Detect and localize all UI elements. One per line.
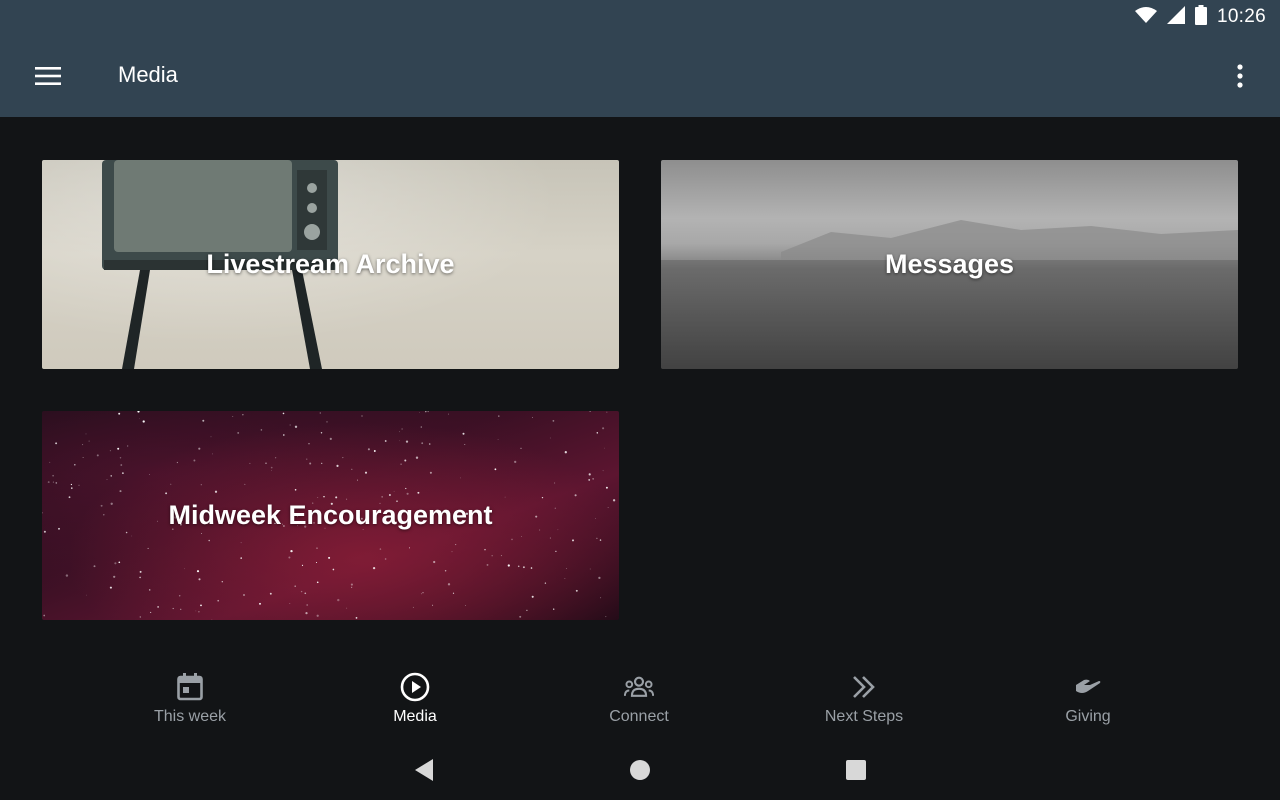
nav-item-next-steps[interactable]: Next Steps xyxy=(784,672,944,738)
card-livestream-archive[interactable]: Livestream Archive xyxy=(42,160,619,369)
home-icon xyxy=(630,760,650,780)
bottom-navigation: This week Media Connect Next Steps Givin… xyxy=(0,660,1280,740)
nav-label-giving: Giving xyxy=(1065,708,1111,725)
page-title: Media xyxy=(118,62,178,87)
nav-item-media[interactable]: Media xyxy=(335,672,495,738)
calendar-icon xyxy=(175,672,205,702)
wifi-icon xyxy=(1134,6,1157,29)
nav-label-media: Media xyxy=(393,708,437,725)
recents-button[interactable] xyxy=(842,756,870,784)
card-messages[interactable]: Messages xyxy=(661,160,1238,369)
status-bar: 10:26 xyxy=(1134,4,1266,30)
recents-icon xyxy=(846,760,866,780)
nav-label-this-week: This week xyxy=(153,708,227,725)
app-bar: 10:26 Media xyxy=(0,0,1280,117)
giving-hand-icon xyxy=(1073,672,1103,702)
double-chevron-icon xyxy=(849,672,879,702)
nav-item-this-week[interactable]: This week xyxy=(110,672,270,738)
back-button[interactable] xyxy=(410,756,438,784)
card-messages-label: Messages xyxy=(884,249,1015,279)
signal-icon xyxy=(1166,5,1185,29)
more-vert-icon xyxy=(1237,64,1243,88)
overflow-menu-button[interactable] xyxy=(1222,58,1258,94)
nav-label-next-steps: Next Steps xyxy=(824,708,904,725)
group-icon xyxy=(624,672,654,702)
card-midweek-encouragement[interactable]: Midweek Encouragement xyxy=(42,411,619,620)
play-circle-icon xyxy=(400,672,430,702)
card-livestream-label: Livestream Archive xyxy=(206,249,455,279)
hamburger-menu-button[interactable] xyxy=(30,58,66,94)
nav-item-connect[interactable]: Connect xyxy=(559,672,719,738)
hamburger-menu-icon xyxy=(35,67,61,85)
system-navigation-bar xyxy=(0,740,1280,800)
home-button[interactable] xyxy=(626,756,654,784)
nav-item-giving[interactable]: Giving xyxy=(1008,672,1168,738)
card-midweek-label: Midweek Encouragement xyxy=(168,500,493,530)
nav-label-connect: Connect xyxy=(609,708,669,725)
back-icon xyxy=(415,759,433,781)
battery-icon xyxy=(1194,4,1207,30)
status-time: 10:26 xyxy=(1216,6,1266,27)
